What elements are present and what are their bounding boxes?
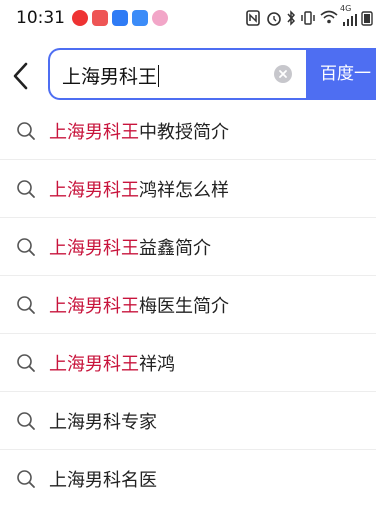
signal-icon	[343, 14, 357, 26]
suggestion-label: 上海男科专家	[49, 408, 157, 434]
suggestion-label: 上海男科王鸿祥怎么样	[49, 176, 229, 202]
status-time: 10:31	[16, 8, 65, 28]
suggestion-item[interactable]: 上海男科王祥鸿	[0, 334, 376, 392]
search-icon	[17, 412, 35, 430]
search-bar: 上海男科王 百度一	[0, 48, 376, 106]
suggestion-item[interactable]: 上海男科王中教授简介	[0, 102, 376, 160]
vibrate-icon	[301, 11, 315, 25]
suggestion-item[interactable]: 上海男科王鸿祥怎么样	[0, 160, 376, 218]
suggestion-highlight: 上海男科王	[49, 180, 139, 201]
nfc-icon	[246, 10, 260, 26]
back-arrow-icon[interactable]	[8, 58, 36, 94]
wifi-icon	[320, 10, 338, 24]
suggestion-rest: 上海男科专家	[49, 412, 157, 433]
network-type: 4G	[340, 4, 352, 13]
search-icon	[17, 122, 35, 140]
status-bar: 10:31 4G	[0, 0, 376, 36]
suggestion-highlight: 上海男科王	[49, 122, 139, 143]
clear-icon[interactable]	[274, 65, 292, 83]
suggestion-label: 上海男科王益鑫简介	[49, 234, 211, 260]
suggestion-item[interactable]: 上海男科名医	[0, 450, 376, 507]
suggestion-label: 上海男科名医	[49, 466, 157, 492]
search-icon	[17, 470, 35, 488]
search-query-text: 上海男科王	[62, 65, 160, 88]
suggestion-rest: 上海男科名医	[49, 470, 157, 491]
suggestion-rest: 祥鸿	[139, 354, 175, 375]
suggestion-label: 上海男科王梅医生简介	[49, 292, 229, 318]
suggestion-item[interactable]: 上海男科专家	[0, 392, 376, 450]
bluetooth-icon	[287, 10, 296, 26]
suggestion-label: 上海男科王中教授简介	[49, 118, 229, 144]
suggestion-highlight: 上海男科王	[49, 354, 139, 375]
notification-red-icon	[72, 10, 88, 26]
app-blue-icon	[132, 10, 148, 26]
search-icon	[17, 354, 35, 372]
notification-red-icon	[92, 10, 108, 26]
suggestion-highlight: 上海男科王	[49, 238, 139, 259]
search-input[interactable]: 上海男科王	[48, 48, 306, 100]
suggestion-rest: 益鑫简介	[139, 238, 211, 259]
search-icon	[17, 238, 35, 256]
suggestion-rest: 梅医生简介	[139, 296, 229, 317]
suggestion-item[interactable]: 上海男科王益鑫简介	[0, 218, 376, 276]
search-button[interactable]: 百度一	[306, 48, 376, 100]
suggestion-list: 上海男科王中教授简介 上海男科王鸿祥怎么样 上海男科王益鑫简介 上海男科王梅医生简介上…	[0, 102, 376, 507]
suggestion-rest: 鸿祥怎么样	[139, 180, 229, 201]
search-icon	[17, 180, 35, 198]
app-blue-icon	[112, 10, 128, 26]
battery-icon	[361, 11, 373, 26]
alarm-icon	[267, 12, 281, 26]
app-pink-icon	[152, 10, 168, 26]
suggestion-rest: 中教授简介	[139, 122, 229, 143]
text-caret	[158, 65, 160, 87]
suggestion-item[interactable]: 上海男科王梅医生简介	[0, 276, 376, 334]
suggestion-label: 上海男科王祥鸿	[49, 350, 175, 376]
suggestion-highlight: 上海男科王	[49, 296, 139, 317]
search-icon	[17, 296, 35, 314]
